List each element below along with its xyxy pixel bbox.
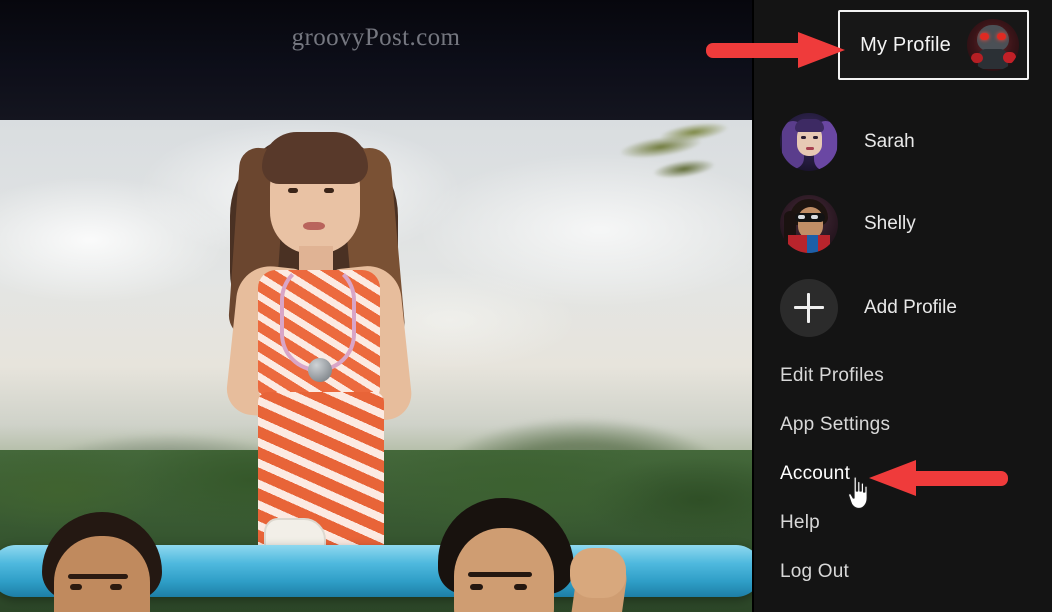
menu-label-app-settings: App Settings xyxy=(780,414,891,435)
top-header-band xyxy=(0,0,752,120)
plus-icon xyxy=(780,279,838,337)
menu-item-help[interactable]: Help xyxy=(754,503,1052,543)
character-boy-right xyxy=(398,498,658,612)
menu-label-account: Account xyxy=(780,463,851,484)
menu-item-account[interactable]: Account xyxy=(754,454,1052,494)
palm-leaves xyxy=(616,120,752,232)
menu-label-log-out: Log Out xyxy=(780,561,850,582)
watermark-text: groovyPost.com xyxy=(291,24,461,51)
profile-name-shelly: Shelly xyxy=(864,213,916,234)
menu-item-log-out[interactable]: Log Out xyxy=(754,552,1052,592)
menu-label-help: Help xyxy=(780,512,820,533)
antman-avatar-icon xyxy=(967,19,1019,71)
profile-item-shelly[interactable]: Shelly xyxy=(754,192,1052,256)
app-root: groovyPost.com My Profile Sarah Shelly A… xyxy=(0,0,1052,612)
content-area: groovyPost.com xyxy=(0,0,752,612)
profile-menu-sidebar: My Profile Sarah Shelly Add Profile Edit… xyxy=(752,0,1052,612)
my-profile-label: My Profile xyxy=(860,33,951,56)
menu-item-edit-profiles[interactable]: Edit Profiles xyxy=(754,356,1052,396)
profile-name-sarah: Sarah xyxy=(864,131,915,152)
character-boy-left xyxy=(18,512,238,612)
shelly-avatar-icon xyxy=(780,195,838,253)
add-profile-button[interactable]: Add Profile xyxy=(754,276,1052,340)
menu-label-edit-profiles: Edit Profiles xyxy=(780,365,884,386)
sarah-avatar-icon xyxy=(780,113,838,171)
hero-poster-image[interactable] xyxy=(0,120,752,612)
menu-item-app-settings[interactable]: App Settings xyxy=(754,405,1052,445)
profile-item-sarah[interactable]: Sarah xyxy=(754,110,1052,174)
add-profile-label: Add Profile xyxy=(864,297,957,318)
my-profile-button[interactable]: My Profile xyxy=(838,10,1029,80)
